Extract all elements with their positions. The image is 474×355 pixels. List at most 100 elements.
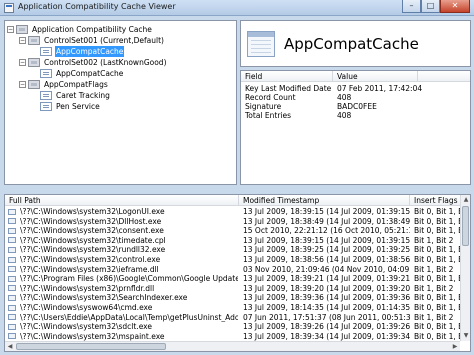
column-header-value[interactable]: Value — [333, 71, 418, 82]
modified-timestamp-cell: 13 Jul 2009, 18:38:56 (14 Jul 2009, 01:3… — [243, 255, 410, 264]
table-row[interactable]: \??\C:\Windows\system32\control.exe 13 Ju… — [5, 255, 462, 265]
full-path-cell: \??\C:\Windows\system32\prnfldr.dll — [20, 283, 155, 293]
tree-node-label: ControlSet002 (LastKnownGood) — [44, 58, 167, 67]
tree-node[interactable]: Pen Service — [31, 101, 101, 112]
full-path-cell: \??\C:\Windows\system32\LogonUI.exe — [20, 207, 165, 216]
insert-flags-cell: Bit 0, Bit 1, Bit — [414, 226, 462, 236]
insert-flags-cell: Bit 0, Bit 1, Bit — [414, 216, 462, 226]
cache-entries-list[interactable]: Full Path Modified Timestamp Insert Flag… — [4, 194, 471, 352]
document-icon — [40, 69, 52, 78]
property-field: Record Count — [245, 93, 296, 102]
modified-timestamp-cell: 13 Jul 2009, 18:39:36 (14 Jul 2009, 01:3… — [243, 293, 410, 303]
collapse-icon[interactable]: − — [19, 37, 26, 44]
table-row[interactable]: \??\C:\Users\Eddie\AppData\Local\Temp\ge… — [5, 313, 462, 323]
insert-flags-cell: Bit 1, Bit 2 — [414, 264, 454, 274]
insert-flags-cell: Bit 0, Bit 1, Bit — [414, 255, 462, 264]
horizontal-scroll-thumb[interactable] — [16, 343, 166, 350]
modified-timestamp-cell: 13 Jul 2009, 18:39:15 (14 Jul 2009, 01:3… — [243, 207, 410, 216]
tree-node[interactable]: − AppCompatFlags — [19, 79, 109, 90]
insert-flags-cell: Bit 0, Bit 1, Bit — [414, 207, 462, 216]
folder-icon — [16, 25, 28, 34]
scroll-left-icon[interactable]: ◀ — [5, 342, 15, 351]
full-path-cell: \??\C:\Windows\system32\rundll32.exe — [20, 245, 166, 255]
modified-timestamp-cell: 13 Jul 2009, 18:39:26 (14 Jul 2009, 01:3… — [243, 322, 410, 332]
table-row[interactable]: \??\C:\Windows\system32\sdclt.exe 13 Jul … — [5, 322, 462, 332]
scroll-up-icon[interactable]: ▲ — [461, 195, 470, 205]
column-header-full-path[interactable]: Full Path — [5, 195, 239, 206]
vertical-scroll-thumb[interactable] — [462, 206, 469, 246]
full-path-cell: \??\C:\Windows\system32\ieframe.dll — [20, 264, 159, 274]
property-row[interactable]: Signature BADC0FEE — [241, 102, 470, 111]
table-row[interactable]: \??\C:\Windows\system32\prnfldr.dll 13 Ju… — [5, 284, 462, 294]
table-row[interactable]: \??\C:\Windows\syswow64\cmd.exe 13 Jul 20… — [5, 303, 462, 313]
collapse-icon[interactable]: − — [19, 81, 26, 88]
modified-timestamp-cell: 13 Jul 2009, 18:39:34 (14 Jul 2009, 01:3… — [243, 331, 410, 341]
window-title: Application Compatibility Cache Viewer — [18, 2, 176, 11]
insert-flags-cell: Bit 0, Bit 1, Bit — [414, 245, 462, 255]
folder-icon — [28, 58, 40, 67]
property-row[interactable]: Key Last Modified Date 07 Feb 2011, 17:42… — [241, 84, 470, 93]
title-bar[interactable]: Application Compatibility Cache Viewer –… — [0, 0, 474, 16]
property-row[interactable]: Total Entries 408 — [241, 111, 470, 120]
insert-flags-cell: Bit 0, Bit 1, Bit — [414, 322, 462, 332]
close-button[interactable]: ✕ — [440, 0, 470, 13]
column-header-insert-flags[interactable]: Insert Flags — [410, 195, 462, 206]
scroll-down-icon[interactable]: ▼ — [461, 331, 470, 341]
collapse-icon[interactable]: − — [7, 26, 14, 33]
table-row[interactable]: \??\C:\Windows\system32\mspaint.exe 13 Ju… — [5, 332, 462, 342]
window-controls: – □ ✕ — [402, 0, 470, 13]
scroll-right-icon[interactable]: ▶ — [450, 342, 460, 351]
modified-timestamp-cell: 13 Jul 2009, 18:14:35 (14 Jul 2009, 01:1… — [243, 303, 410, 312]
collapse-icon[interactable]: − — [19, 59, 26, 66]
full-path-cell: \??\C:\Program Files (x86)\Google\Common… — [20, 274, 238, 284]
modified-timestamp-cell: 13 Jul 2009, 18:39:25 (14 Jul 2009, 01:3… — [243, 245, 410, 255]
tree-node[interactable]: − ControlSet002 (LastKnownGood) — [19, 57, 168, 68]
table-row[interactable]: \??\C:\Windows\system32\ieframe.dll 03 No… — [5, 265, 462, 275]
property-row[interactable]: Record Count 408 — [241, 93, 470, 102]
tree-node[interactable]: − Application Compatibility Cache — [7, 24, 153, 35]
insert-flags-cell: Bit 0, Bit 1, Bit — [414, 303, 462, 312]
modified-timestamp-cell: 03 Nov 2010, 21:09:46 (04 Nov 2010, 04:0… — [243, 264, 410, 274]
table-row[interactable]: \??\C:\Windows\system32\consent.exe 15 Oc… — [5, 226, 462, 236]
tree-node[interactable]: − ControlSet001 (Current,Default) — [19, 35, 165, 46]
tree-node-label: Caret Tracking — [56, 91, 110, 100]
table-row[interactable]: \??\C:\Windows\system32\LogonUI.exe 13 Ju… — [5, 207, 462, 217]
registry-tree-pane[interactable]: − Application Compatibility Cache − Control… — [4, 20, 237, 185]
table-row[interactable]: \??\C:\Windows\system32\DllHost.exe 13 Ju… — [5, 217, 462, 227]
insert-flags-cell: Bit 1, Bit 2 — [414, 312, 454, 322]
full-path-cell: \??\C:\Windows\system32\mspaint.exe — [20, 331, 165, 341]
file-icon — [8, 275, 16, 282]
table-row[interactable]: \??\C:\Windows\system32\SearchIndexer.ex… — [5, 293, 462, 303]
file-icon — [8, 333, 16, 340]
selected-key-title: AppCompatCache — [284, 35, 419, 53]
entries-header: Full Path Modified Timestamp Insert Flag… — [5, 195, 470, 206]
property-value: 408 — [337, 111, 352, 120]
file-icon — [8, 294, 16, 301]
full-path-cell: \??\C:\Users\Eddie\AppData\Local\Temp\ge… — [20, 312, 238, 322]
file-icon — [8, 218, 16, 225]
document-icon — [40, 102, 52, 111]
property-field: Signature — [245, 102, 282, 111]
table-row[interactable]: \??\C:\Program Files (x86)\Google\Common… — [5, 274, 462, 284]
modified-timestamp-cell: 13 Jul 2009, 18:39:20 (14 Jul 2009, 01:3… — [243, 283, 410, 293]
app-icon — [4, 3, 14, 13]
full-path-cell: \??\C:\Windows\system32\SearchIndexer.ex… — [20, 293, 188, 303]
tree-node[interactable]: AppCompatCache — [31, 68, 124, 79]
full-path-cell: \??\C:\Windows\system32\DllHost.exe — [20, 216, 162, 226]
horizontal-scrollbar[interactable]: ◀ ▶ — [5, 341, 460, 351]
insert-flags-cell: Bit 1, Bit 2 — [414, 235, 454, 245]
maximize-button[interactable]: □ — [421, 0, 440, 13]
properties-list[interactable]: Field Value Key Last Modified Date 07 Feb… — [240, 70, 471, 185]
column-header-field[interactable]: Field — [241, 71, 333, 82]
property-field: Key Last Modified Date — [245, 84, 332, 93]
tree-node[interactable]: AppCompatCache — [31, 46, 125, 57]
file-icon — [8, 285, 16, 292]
minimize-button[interactable]: – — [402, 0, 421, 13]
table-row[interactable]: \??\C:\Windows\system32\rundll32.exe 13 J… — [5, 245, 462, 255]
column-header-modified-timestamp[interactable]: Modified Timestamp — [239, 195, 410, 206]
vertical-scrollbar[interactable]: ▲ ▼ — [460, 195, 470, 341]
table-row[interactable]: \??\C:\Windows\system32\timedate.cpl 13 J… — [5, 236, 462, 246]
file-icon — [8, 227, 16, 234]
tree-node[interactable]: Caret Tracking — [31, 90, 111, 101]
file-icon — [8, 246, 16, 253]
